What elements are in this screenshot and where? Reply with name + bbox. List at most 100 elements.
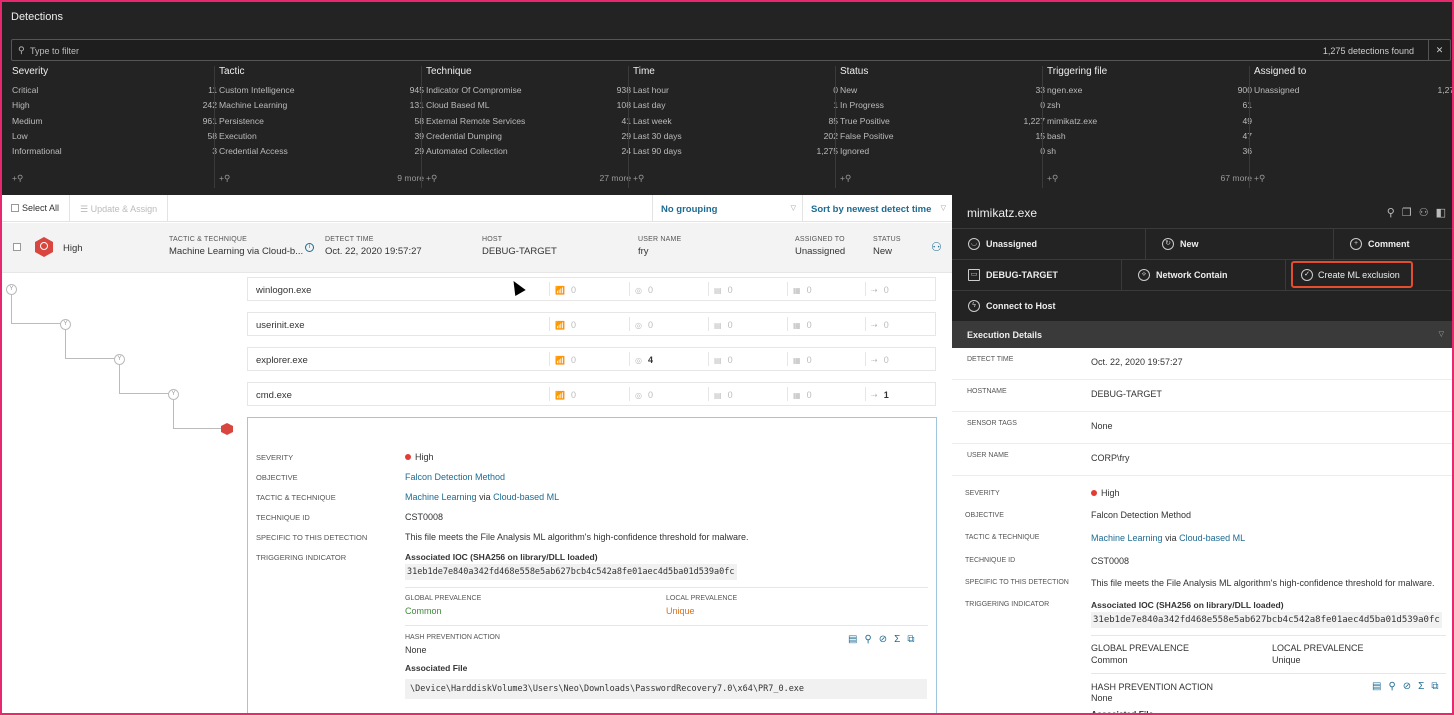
- facet-option[interactable]: sh 36: [1047, 146, 1252, 161]
- facet-option[interactable]: Machine Learning 131: [219, 100, 424, 115]
- assigned-column: ASSIGNED TO Unassigned: [795, 236, 845, 257]
- search-icon[interactable]: ⚲: [1388, 681, 1395, 692]
- facet-option[interactable]: Persistence 58: [219, 116, 424, 131]
- technique-link[interactable]: Cloud-based ML: [493, 492, 559, 502]
- assign-button[interactable]: ◡ Unassigned: [952, 228, 1146, 259]
- facet-option[interactable]: Medium 961: [12, 116, 217, 131]
- collapse-panel-icon[interactable]: ◧: [1436, 206, 1446, 219]
- report-icon[interactable]: ▤: [1372, 681, 1381, 692]
- facet-option[interactable]: Indicator Of Compromise 938: [426, 85, 631, 100]
- add-search-icon[interactable]: +⚲: [12, 173, 23, 184]
- tree-node-icon[interactable]: Y: [6, 284, 17, 295]
- export-icon[interactable]: ⧉: [1431, 681, 1438, 692]
- update-assign-button[interactable]: ☰ Update & Assign: [69, 195, 169, 222]
- row-checkbox[interactable]: [13, 243, 21, 251]
- process-tree-icon[interactable]: ⚇: [1419, 206, 1429, 219]
- search-icon[interactable]: ⚲: [864, 634, 871, 645]
- copy-icon[interactable]: ❐: [1402, 206, 1412, 219]
- facet-option[interactable]: False Positive 15: [840, 131, 1045, 146]
- detection-node-icon[interactable]: [221, 423, 233, 435]
- tree-node-icon[interactable]: Y: [60, 319, 71, 330]
- facet-option[interactable]: Custom Intelligence 945: [219, 85, 424, 100]
- technique-id-key: TECHNIQUE ID: [256, 513, 310, 522]
- add-search-icon[interactable]: +⚲: [219, 173, 230, 184]
- tactic-link[interactable]: Machine Learning: [405, 492, 477, 502]
- add-search-icon[interactable]: +⚲: [840, 173, 851, 184]
- facet-option[interactable]: Informational3: [12, 146, 217, 161]
- facet-option[interactable]: Credential Access 29: [219, 146, 424, 161]
- facet-option[interactable]: Unassigned 1,275: [1254, 85, 1452, 100]
- facet-option-label: Ignored: [840, 146, 870, 157]
- network-contain-button[interactable]: ⟡ Network Contain: [1122, 259, 1286, 290]
- facet-option[interactable]: Last week 85: [633, 116, 838, 131]
- process-row[interactable]: explorer.exe 📶 0 ◎ 4 ▤ 0 ▦ 0 ⇢ 0: [247, 347, 936, 371]
- sort-dropdown[interactable]: Sort by newest detect time ▽: [802, 195, 952, 222]
- facet-option[interactable]: Execution 39: [219, 131, 424, 146]
- tree-node-icon[interactable]: Y: [114, 354, 125, 365]
- objective-link[interactable]: Falcon Detection Method: [405, 472, 505, 482]
- stat-value: 0: [883, 285, 889, 295]
- facet-more-link[interactable]: 27 more: [599, 173, 631, 184]
- facet-option[interactable]: zsh 61: [1047, 100, 1252, 115]
- facet-option[interactable]: Last day1: [633, 100, 838, 115]
- panel-tactic-link[interactable]: Machine Learning: [1091, 533, 1163, 543]
- host-button[interactable]: ▭ DEBUG-TARGET: [952, 259, 1122, 290]
- process-row[interactable]: winlogon.exe 📶 0 ◎ 0 ▤ 0 ▦ 0 ⇢ 0: [247, 277, 936, 301]
- facet-option[interactable]: High 242: [12, 100, 217, 115]
- select-all-checkbox[interactable]: Select All: [11, 203, 59, 213]
- panel-tactic-key: TACTIC & TECHNIQUE: [965, 534, 1040, 541]
- block-icon[interactable]: ⊘: [879, 634, 887, 645]
- detection-row[interactable]: High TACTIC & TECHNIQUE Machine Learning …: [2, 223, 952, 273]
- process-row[interactable]: userinit.exe 📶 0 ◎ 0 ▤ 0 ▦ 0 ⇢ 0: [247, 312, 936, 336]
- add-search-icon[interactable]: +⚲: [1047, 173, 1058, 184]
- associated-file-path[interactable]: \Device\HarddiskVolume3\Users\Neo\Downlo…: [405, 679, 927, 699]
- sigma-icon[interactable]: Σ: [1418, 681, 1424, 692]
- facet-title: Triggering file: [1047, 66, 1108, 77]
- execution-details-header[interactable]: Execution Details ▽: [952, 321, 1452, 348]
- facet-option[interactable]: New 33: [840, 85, 1045, 100]
- facet-option[interactable]: mimikatz.exe 49: [1047, 116, 1252, 131]
- add-search-icon[interactable]: +⚲: [426, 173, 437, 184]
- tree-node-icon[interactable]: Y: [168, 389, 179, 400]
- facet-option[interactable]: External Remote Services 41: [426, 116, 631, 131]
- panel-ioc-hash[interactable]: 31eb1de7e840a342fd468e558e5ab627bcb4c542…: [1091, 612, 1442, 628]
- connect-to-host-button[interactable]: ϟ Connect to Host: [952, 290, 1452, 321]
- facet-option[interactable]: Low 58: [12, 131, 217, 146]
- facet-option[interactable]: Critical 11: [12, 85, 217, 100]
- facet-option[interactable]: Automated Collection 24: [426, 146, 631, 161]
- facet-option[interactable]: bash 47: [1047, 131, 1252, 146]
- process-tree-icon[interactable]: ⚇: [931, 240, 942, 254]
- facet-option[interactable]: In Progress0: [840, 100, 1045, 115]
- add-search-icon[interactable]: +⚲: [1254, 173, 1265, 184]
- ioc-hash[interactable]: 31eb1de7e840a342fd468e558e5ab627bcb4c542…: [405, 564, 737, 580]
- facet-option[interactable]: ngen.exe 900: [1047, 85, 1252, 100]
- report-icon[interactable]: ▤: [848, 634, 857, 645]
- detections-count: 1,275 detections found: [1322, 46, 1414, 56]
- info-icon[interactable]: i: [305, 243, 314, 252]
- facet-option[interactable]: True Positive 1,227: [840, 116, 1045, 131]
- facet-more-link[interactable]: 67 more: [1220, 173, 1252, 184]
- grouping-dropdown[interactable]: No grouping ▽: [652, 195, 802, 222]
- tactic-column: TACTIC & TECHNIQUE Machine Learning via C…: [169, 236, 303, 257]
- panel-objective-link[interactable]: Falcon Detection Method: [1091, 510, 1191, 520]
- facet-option[interactable]: Credential Dumping 29: [426, 131, 631, 146]
- facet-option[interactable]: Last 30 days 202: [633, 131, 838, 146]
- export-icon[interactable]: ⧉: [907, 634, 914, 645]
- registry-icon: ▦: [793, 390, 801, 400]
- create-ml-exclusion-button[interactable]: ✓ Create ML exclusion: [1291, 261, 1413, 288]
- facet-more-link[interactable]: 9 more: [397, 173, 424, 184]
- add-search-icon[interactable]: +⚲: [633, 173, 644, 184]
- facet-option[interactable]: Ignored0: [840, 146, 1045, 161]
- facet-option[interactable]: Cloud Based ML 108: [426, 100, 631, 115]
- comment-button[interactable]: + Comment: [1334, 228, 1452, 259]
- status-button[interactable]: ↻ New: [1146, 228, 1334, 259]
- clear-filter-button[interactable]: ✕: [1428, 40, 1450, 60]
- block-icon[interactable]: ⊘: [1403, 681, 1411, 692]
- zoom-icon[interactable]: ⚲: [1387, 206, 1395, 219]
- facet-option[interactable]: Last hour0: [633, 85, 838, 100]
- filter-input[interactable]: ⚲ Type to filter 1,275 detections found …: [11, 39, 1451, 61]
- facet-option[interactable]: Last 90 days 1,275: [633, 146, 838, 161]
- process-row[interactable]: cmd.exe 📶 0 ◎ 0 ▤ 0 ▦ 0 ⇢ 1: [247, 382, 936, 406]
- panel-technique-link[interactable]: Cloud-based ML: [1179, 533, 1245, 543]
- sigma-icon[interactable]: Σ: [894, 634, 900, 645]
